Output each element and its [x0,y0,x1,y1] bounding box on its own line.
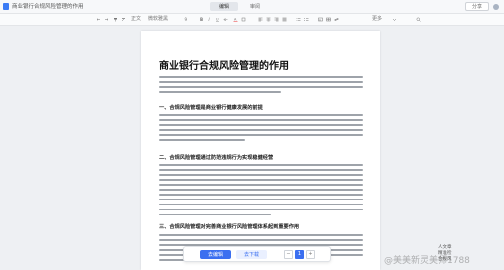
strikethrough-icon[interactable]: S [223,17,228,22]
align-center-icon[interactable] [266,17,271,22]
paragraph-style-select[interactable]: 正文 [131,16,141,23]
svg-text:B: B [200,17,203,22]
clear-format-icon[interactable] [121,17,126,22]
document-icon [3,3,9,10]
top-right-actions: 分享 [464,2,499,11]
align-justify-icon[interactable] [282,17,287,22]
tab-edit[interactable]: 编辑 [210,2,239,11]
document-heading: 商业银行合规风险管理的作用 [159,61,289,72]
section-heading-2: 二、合规风险管理通过防范违规行为实现稳健经营 [159,155,274,161]
insert-link-icon[interactable] [334,17,339,22]
zoom-out-icon[interactable]: − [284,250,293,259]
title-bar: 商业银行合规风险管理的作用 编辑 审阅 分享 [0,0,504,14]
more-tools-button[interactable]: 更多 [372,16,382,23]
intro-paragraph [159,76,363,96]
undo-icon[interactable] [96,17,101,22]
download-button[interactable]: 去下载 [236,250,268,259]
chevron-down-icon[interactable] [392,17,397,22]
font-color-icon[interactable]: A [233,17,238,22]
insert-table-icon[interactable] [326,17,331,22]
insert-image-icon[interactable] [318,17,323,22]
bottom-action-bar: 去编辑 去下载 − 1 + [183,246,331,262]
page-indicator[interactable]: 1 [295,250,304,259]
avatar[interactable] [493,3,499,10]
document-page[interactable]: 商业银行合规风险管理的作用 一、合规风险管理是商业银行健康发展的前提 二、合规风… [141,31,380,270]
share-button[interactable]: 分享 [464,2,489,11]
watermark: @美美新灵美师1788 [384,256,470,266]
font-size-icon[interactable]: 9 [184,17,189,22]
highlight-icon[interactable] [241,17,246,22]
numbered-list-icon[interactable] [304,17,309,22]
svg-text:I: I [209,17,211,22]
svg-text:9: 9 [185,17,188,22]
edit-button[interactable]: 去编辑 [200,250,232,259]
section-1-paragraph [159,114,363,144]
section-heading-3: 三、合规风险管理对完善商业银行风险管理体系起到重要作用 [159,224,300,230]
search-icon[interactable] [416,17,421,22]
align-right-icon[interactable] [274,17,279,22]
svg-text:A: A [234,18,237,22]
section-heading-1: 一、合规风险管理是商业银行健康发展的前提 [159,105,263,111]
align-left-icon[interactable] [258,17,263,22]
svg-text:S: S [224,18,227,22]
italic-icon[interactable]: I [207,17,212,22]
document-title: 商业银行合规风险管理的作用 [12,4,84,10]
svg-text:U: U [216,18,219,22]
section-2-paragraph [159,164,363,219]
formatting-toolbar: 正文 微软雅黑 9 B I U S A 更多 [0,14,504,26]
font-family-select[interactable]: 微软雅黑 [148,16,168,23]
redo-icon[interactable] [104,17,109,22]
format-painter-icon[interactable] [113,17,118,22]
mode-tabs: 编辑 审阅 [210,2,269,11]
tab-review[interactable]: 审阅 [241,2,269,11]
underline-icon[interactable]: U [215,17,220,22]
zoom-in-icon[interactable]: + [306,250,315,259]
bold-icon[interactable]: B [199,17,204,22]
bullet-list-icon[interactable] [296,17,301,22]
